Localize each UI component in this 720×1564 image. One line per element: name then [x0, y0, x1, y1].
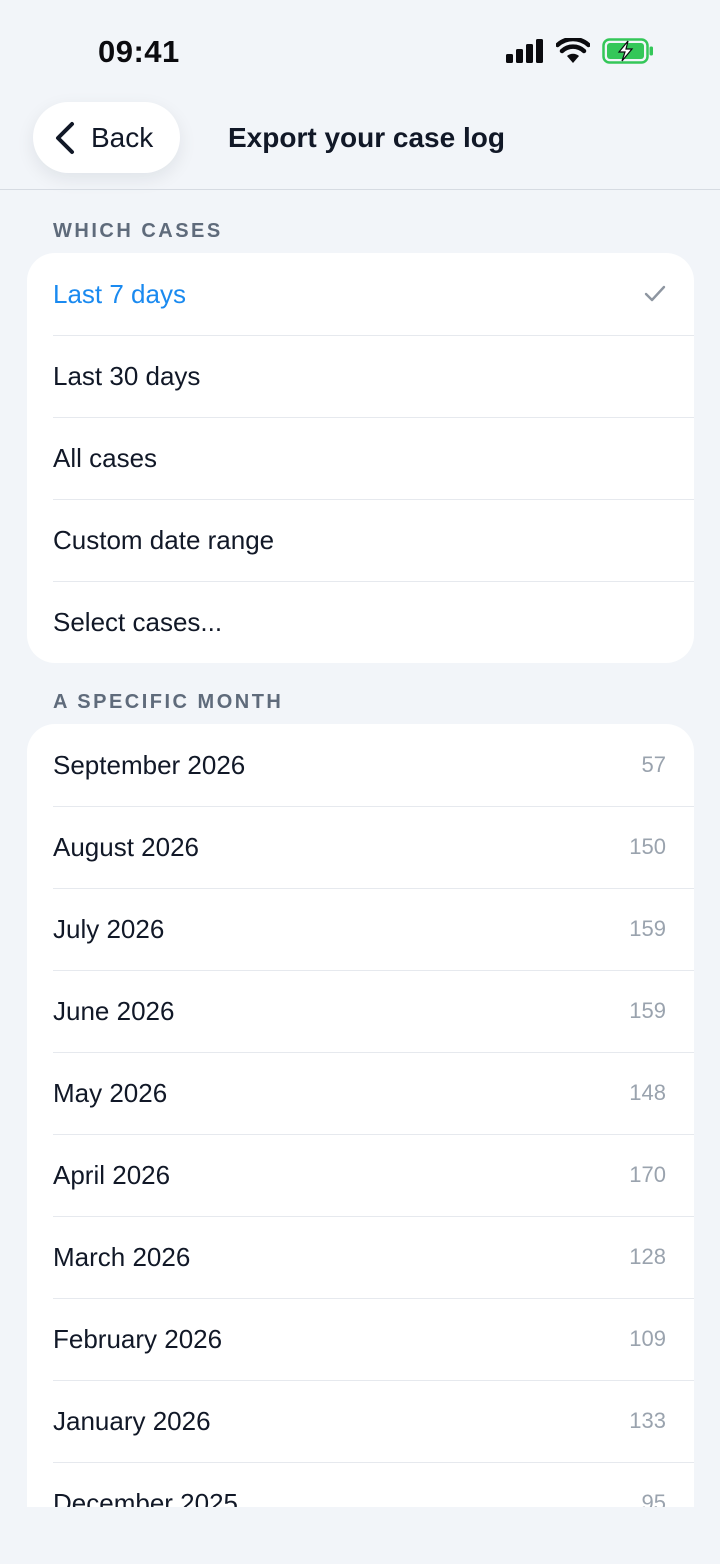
option-label: Custom date range	[53, 524, 275, 555]
section-header-specific-month: A SPECIFIC MONTH	[53, 691, 284, 713]
month-row[interactable]: January 2026 133	[27, 1380, 694, 1462]
month-label: July 2026	[53, 913, 165, 944]
case-count: 133	[629, 1408, 666, 1433]
month-label: August 2026	[53, 831, 200, 862]
option-custom-date-range[interactable]: Custom date range	[27, 499, 694, 581]
month-row[interactable]: May 2026 148	[27, 1052, 694, 1134]
case-count: 170	[629, 1162, 666, 1187]
back-button[interactable]: Back	[33, 102, 180, 173]
month-row[interactable]: September 2026 57	[27, 724, 694, 806]
month-label: June 2026	[53, 995, 175, 1026]
chevron-left-icon	[56, 121, 74, 154]
wifi-icon	[556, 38, 590, 63]
month-label: September 2026	[53, 749, 246, 780]
case-count: 128	[629, 1244, 666, 1269]
case-count: 57	[641, 752, 666, 777]
status-icons	[506, 38, 654, 64]
scroll-clip	[0, 1507, 720, 1564]
month-label: February 2026	[53, 1323, 223, 1354]
month-label: April 2026	[53, 1159, 171, 1190]
option-label: Select cases...	[53, 606, 223, 637]
month-label: January 2026	[53, 1405, 211, 1436]
month-row[interactable]: July 2026 159	[27, 888, 694, 970]
case-count: 159	[629, 916, 666, 941]
which-cases-list: Last 7 days Last 30 days All cases Custo…	[27, 253, 694, 663]
case-count: 159	[629, 998, 666, 1023]
option-select-cases[interactable]: Select cases...	[27, 581, 694, 663]
nav-divider	[0, 189, 720, 190]
section-header-which-cases: WHICH CASES	[53, 220, 223, 242]
option-label: Last 7 days	[53, 278, 186, 309]
option-all-cases[interactable]: All cases	[27, 417, 694, 499]
case-count: 148	[629, 1080, 666, 1105]
month-label: May 2026	[53, 1077, 168, 1108]
case-count: 109	[629, 1326, 666, 1351]
checkmark-icon	[644, 285, 666, 302]
month-row[interactable]: August 2026 150	[27, 806, 694, 888]
battery-charging-icon	[602, 38, 653, 64]
option-label: Last 30 days	[53, 360, 201, 391]
status-bar: 09:41	[0, 0, 720, 100]
option-last-30-days[interactable]: Last 30 days	[27, 335, 694, 417]
month-label: March 2026	[53, 1241, 191, 1272]
month-row[interactable]: February 2026 109	[27, 1298, 694, 1380]
status-time: 09:41	[98, 34, 180, 69]
case-count: 150	[629, 834, 666, 859]
month-row[interactable]: April 2026 170	[27, 1134, 694, 1216]
signal-icon	[506, 39, 543, 63]
navigation-bar: Back Export your case log	[0, 100, 720, 190]
option-last-7-days[interactable]: Last 7 days	[27, 253, 694, 335]
month-list: September 2026 57 August 2026 150 July 2…	[27, 724, 694, 1544]
month-row[interactable]: March 2026 128	[27, 1216, 694, 1298]
page-title: Export your case log	[228, 122, 505, 153]
option-label: All cases	[53, 442, 158, 473]
back-label: Back	[91, 121, 154, 153]
month-row[interactable]: June 2026 159	[27, 970, 694, 1052]
